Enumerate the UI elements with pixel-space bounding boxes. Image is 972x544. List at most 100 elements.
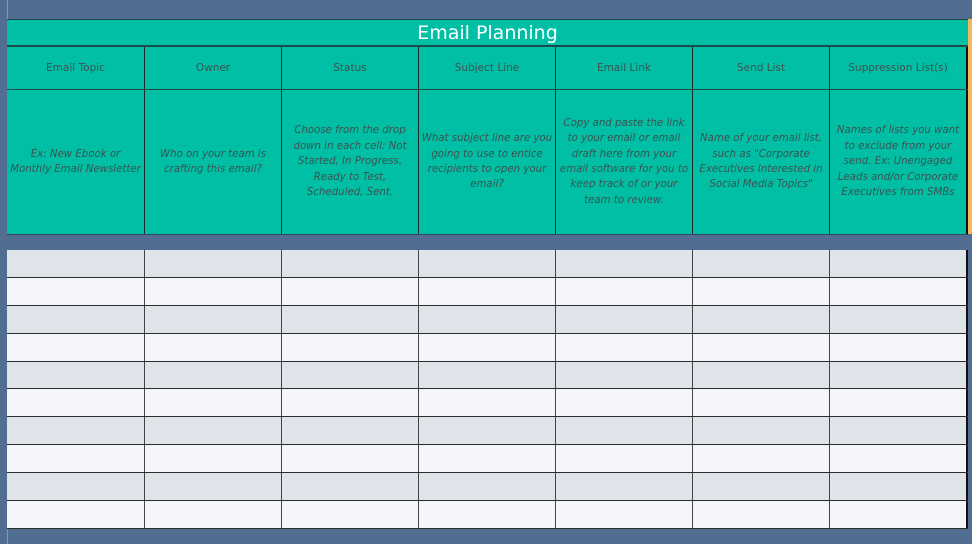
table-cell[interactable] bbox=[7, 277, 145, 305]
table-cell[interactable] bbox=[556, 389, 693, 417]
table-cell[interactable] bbox=[282, 333, 419, 361]
sheet-title[interactable]: Email Planning bbox=[7, 19, 968, 47]
column-header-suppression-list-s[interactable]: Suppression List(s) bbox=[830, 47, 968, 89]
table-cell[interactable] bbox=[556, 417, 693, 445]
column-description-email-link[interactable]: Copy and paste the link to your email or… bbox=[556, 90, 693, 234]
column-description-email-topic[interactable]: Ex: New Ebook or Monthly Email Newslette… bbox=[7, 90, 145, 234]
table-cell[interactable] bbox=[282, 473, 419, 501]
table-cell[interactable] bbox=[7, 333, 145, 361]
table-row bbox=[7, 305, 968, 334]
table-cell[interactable] bbox=[282, 389, 419, 417]
table-cell[interactable] bbox=[419, 501, 556, 528]
table-cell[interactable] bbox=[145, 277, 282, 305]
column-header-email-link[interactable]: Email Link bbox=[556, 47, 693, 89]
table-cell[interactable] bbox=[830, 277, 968, 305]
table-cell[interactable] bbox=[419, 445, 556, 473]
adjacent-column-edge bbox=[968, 19, 972, 234]
table-cell[interactable] bbox=[145, 250, 282, 277]
table-cell[interactable] bbox=[282, 417, 419, 445]
table-cell[interactable] bbox=[830, 389, 968, 417]
table-cell[interactable] bbox=[693, 389, 830, 417]
table-cell[interactable] bbox=[145, 389, 282, 417]
table-cell[interactable] bbox=[830, 473, 968, 501]
table-cell[interactable] bbox=[145, 417, 282, 445]
table-cell[interactable] bbox=[830, 333, 968, 361]
table-cell[interactable] bbox=[7, 361, 145, 389]
column-description-status[interactable]: Choose from the drop down in each cell: … bbox=[282, 90, 419, 234]
email-planning-sheet: Email Planning Email Topic Owner Status Sub… bbox=[7, 19, 968, 529]
column-description-send-list[interactable]: Name of your email list, such as "Corpor… bbox=[693, 90, 830, 234]
table-cell[interactable] bbox=[693, 305, 830, 333]
column-description-suppression-list-s[interactable]: Names of lists you want to exclude from … bbox=[830, 90, 968, 234]
table-cell[interactable] bbox=[7, 501, 145, 528]
table-cell[interactable] bbox=[145, 501, 282, 528]
table-cell[interactable] bbox=[693, 250, 830, 277]
table-cell[interactable] bbox=[556, 473, 693, 501]
table-cell[interactable] bbox=[419, 361, 556, 389]
column-header-subject-line[interactable]: Subject Line bbox=[419, 47, 556, 89]
table-cell[interactable] bbox=[145, 445, 282, 473]
column-header-send-list[interactable]: Send List bbox=[693, 47, 830, 89]
table-cell[interactable] bbox=[145, 473, 282, 501]
table-cell[interactable] bbox=[830, 417, 968, 445]
table-cell[interactable] bbox=[419, 277, 556, 305]
table-cell[interactable] bbox=[145, 305, 282, 333]
table-cell[interactable] bbox=[556, 333, 693, 361]
table-cell[interactable] bbox=[145, 361, 282, 389]
table-cell[interactable] bbox=[693, 445, 830, 473]
table-cell[interactable] bbox=[693, 361, 830, 389]
table-cell[interactable] bbox=[830, 305, 968, 333]
table-cell[interactable] bbox=[419, 250, 556, 277]
table-cell[interactable] bbox=[830, 361, 968, 389]
table-cell[interactable] bbox=[556, 361, 693, 389]
table-cell[interactable] bbox=[830, 445, 968, 473]
table-cell[interactable] bbox=[693, 501, 830, 528]
table-cell[interactable] bbox=[419, 473, 556, 501]
table-cell[interactable] bbox=[556, 305, 693, 333]
table-cell[interactable] bbox=[556, 250, 693, 277]
table-cell[interactable] bbox=[419, 389, 556, 417]
table-row bbox=[7, 501, 968, 529]
table-row bbox=[7, 333, 968, 362]
table-cell[interactable] bbox=[7, 305, 145, 333]
table-cell[interactable] bbox=[419, 417, 556, 445]
table-row bbox=[7, 445, 968, 474]
table-cell[interactable] bbox=[556, 445, 693, 473]
table-cell[interactable] bbox=[282, 305, 419, 333]
table-row bbox=[7, 277, 968, 306]
column-header-row: Email Topic Owner Status Subject Line Email … bbox=[7, 47, 968, 90]
table-cell[interactable] bbox=[7, 417, 145, 445]
table-cell[interactable] bbox=[282, 445, 419, 473]
table-cell[interactable] bbox=[282, 277, 419, 305]
column-description-owner[interactable]: Who on your team is crafting this email? bbox=[145, 90, 282, 234]
table-cell[interactable] bbox=[693, 473, 830, 501]
table-row bbox=[7, 250, 968, 278]
table-cell[interactable] bbox=[556, 277, 693, 305]
table-cell[interactable] bbox=[7, 473, 145, 501]
column-header-email-topic[interactable]: Email Topic bbox=[7, 47, 145, 89]
table-cell[interactable] bbox=[7, 445, 145, 473]
table-cell[interactable] bbox=[830, 501, 968, 528]
table-cell[interactable] bbox=[145, 333, 282, 361]
table-row bbox=[7, 389, 968, 418]
table-cell[interactable] bbox=[830, 250, 968, 277]
table-row bbox=[7, 473, 968, 502]
column-description-subject-line[interactable]: What subject line are you going to use t… bbox=[419, 90, 556, 234]
column-description-row: Ex: New Ebook or Monthly Email Newslette… bbox=[7, 90, 968, 234]
data-rows bbox=[7, 250, 968, 529]
table-cell[interactable] bbox=[556, 501, 693, 528]
table-cell[interactable] bbox=[7, 250, 145, 277]
table-cell[interactable] bbox=[693, 277, 830, 305]
table-cell[interactable] bbox=[419, 333, 556, 361]
table-cell[interactable] bbox=[7, 389, 145, 417]
table-cell[interactable] bbox=[693, 417, 830, 445]
table-cell[interactable] bbox=[282, 250, 419, 277]
table-row bbox=[7, 361, 968, 390]
column-header-owner[interactable]: Owner bbox=[145, 47, 282, 89]
table-row bbox=[7, 417, 968, 446]
table-cell[interactable] bbox=[282, 361, 419, 389]
table-cell[interactable] bbox=[419, 305, 556, 333]
table-cell[interactable] bbox=[693, 333, 830, 361]
column-header-status[interactable]: Status bbox=[282, 47, 419, 89]
table-cell[interactable] bbox=[282, 501, 419, 528]
